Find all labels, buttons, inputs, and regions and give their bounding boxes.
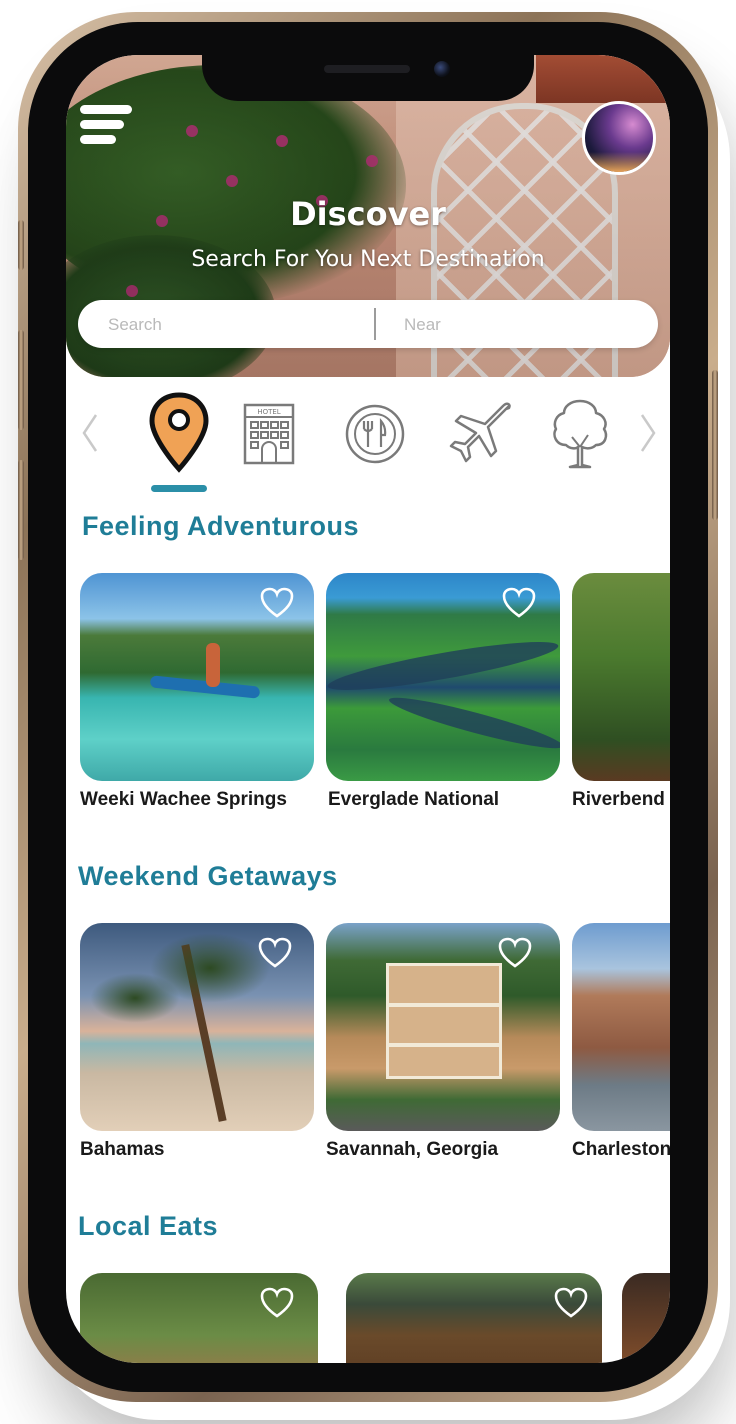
volume-down-button — [18, 460, 24, 560]
card-savannah-georgia[interactable] — [326, 923, 560, 1131]
power-button — [712, 370, 718, 520]
card-label: Weeki Wachee Springs — [80, 789, 287, 810]
search-divider — [374, 308, 376, 340]
chevron-right-icon[interactable] — [638, 411, 658, 455]
card-label: Everglade National — [328, 789, 500, 810]
chevron-left-icon[interactable] — [80, 411, 100, 455]
tree-icon[interactable] — [550, 397, 610, 471]
card-local-eats-3[interactable] — [622, 1273, 670, 1363]
card-riverbend[interactable] — [572, 573, 670, 781]
card-label: Charleston — [572, 1139, 670, 1160]
section-title-local-eats: Local Eats — [78, 1211, 219, 1241]
airplane-icon[interactable] — [448, 401, 514, 467]
front-camera — [434, 61, 450, 77]
search-input[interactable] — [106, 306, 368, 344]
section-title-weekend-getaways: Weekend Getaways — [78, 861, 338, 891]
heart-icon[interactable] — [258, 937, 292, 969]
page-subtitle: Search For You Next Destination — [191, 247, 545, 272]
hotel-sign-text: HOTEL — [257, 408, 280, 416]
card-local-eats-2[interactable] — [346, 1273, 602, 1363]
mute-switch — [18, 220, 24, 270]
notch — [202, 55, 534, 101]
app-screen: Discover Search For You Next Destination… — [66, 55, 670, 1363]
heart-icon[interactable] — [554, 1287, 588, 1319]
hamburger-menu-icon[interactable] — [80, 105, 134, 147]
heart-icon[interactable] — [260, 1287, 294, 1319]
user-avatar[interactable] — [582, 101, 656, 175]
speaker-grille — [324, 65, 410, 73]
heart-icon[interactable] — [260, 587, 294, 619]
heart-icon[interactable] — [498, 937, 532, 969]
active-category-indicator — [151, 485, 207, 492]
card-label: Bahamas — [80, 1139, 165, 1160]
volume-up-button — [18, 330, 24, 430]
plate-fork-knife-icon[interactable] — [344, 403, 406, 465]
card-charleston[interactable] — [572, 923, 670, 1131]
hotel-icon[interactable]: HOTEL — [241, 403, 297, 465]
card-local-eats-1[interactable] — [80, 1273, 318, 1363]
card-weeki-wachee-springs[interactable] — [80, 573, 314, 781]
card-everglade-national[interactable] — [326, 573, 560, 781]
card-label: Savannah, Georgia — [326, 1139, 499, 1160]
section-title-feeling-adventurous: Feeling Adventurous — [82, 511, 360, 541]
near-input[interactable] — [402, 306, 646, 344]
heart-icon[interactable] — [502, 587, 536, 619]
page-title: Discover — [290, 195, 446, 233]
card-label: Riverbend — [572, 789, 665, 810]
map-pin-icon[interactable] — [146, 391, 212, 475]
card-bahamas[interactable] — [80, 923, 314, 1131]
search-bar — [78, 300, 658, 348]
